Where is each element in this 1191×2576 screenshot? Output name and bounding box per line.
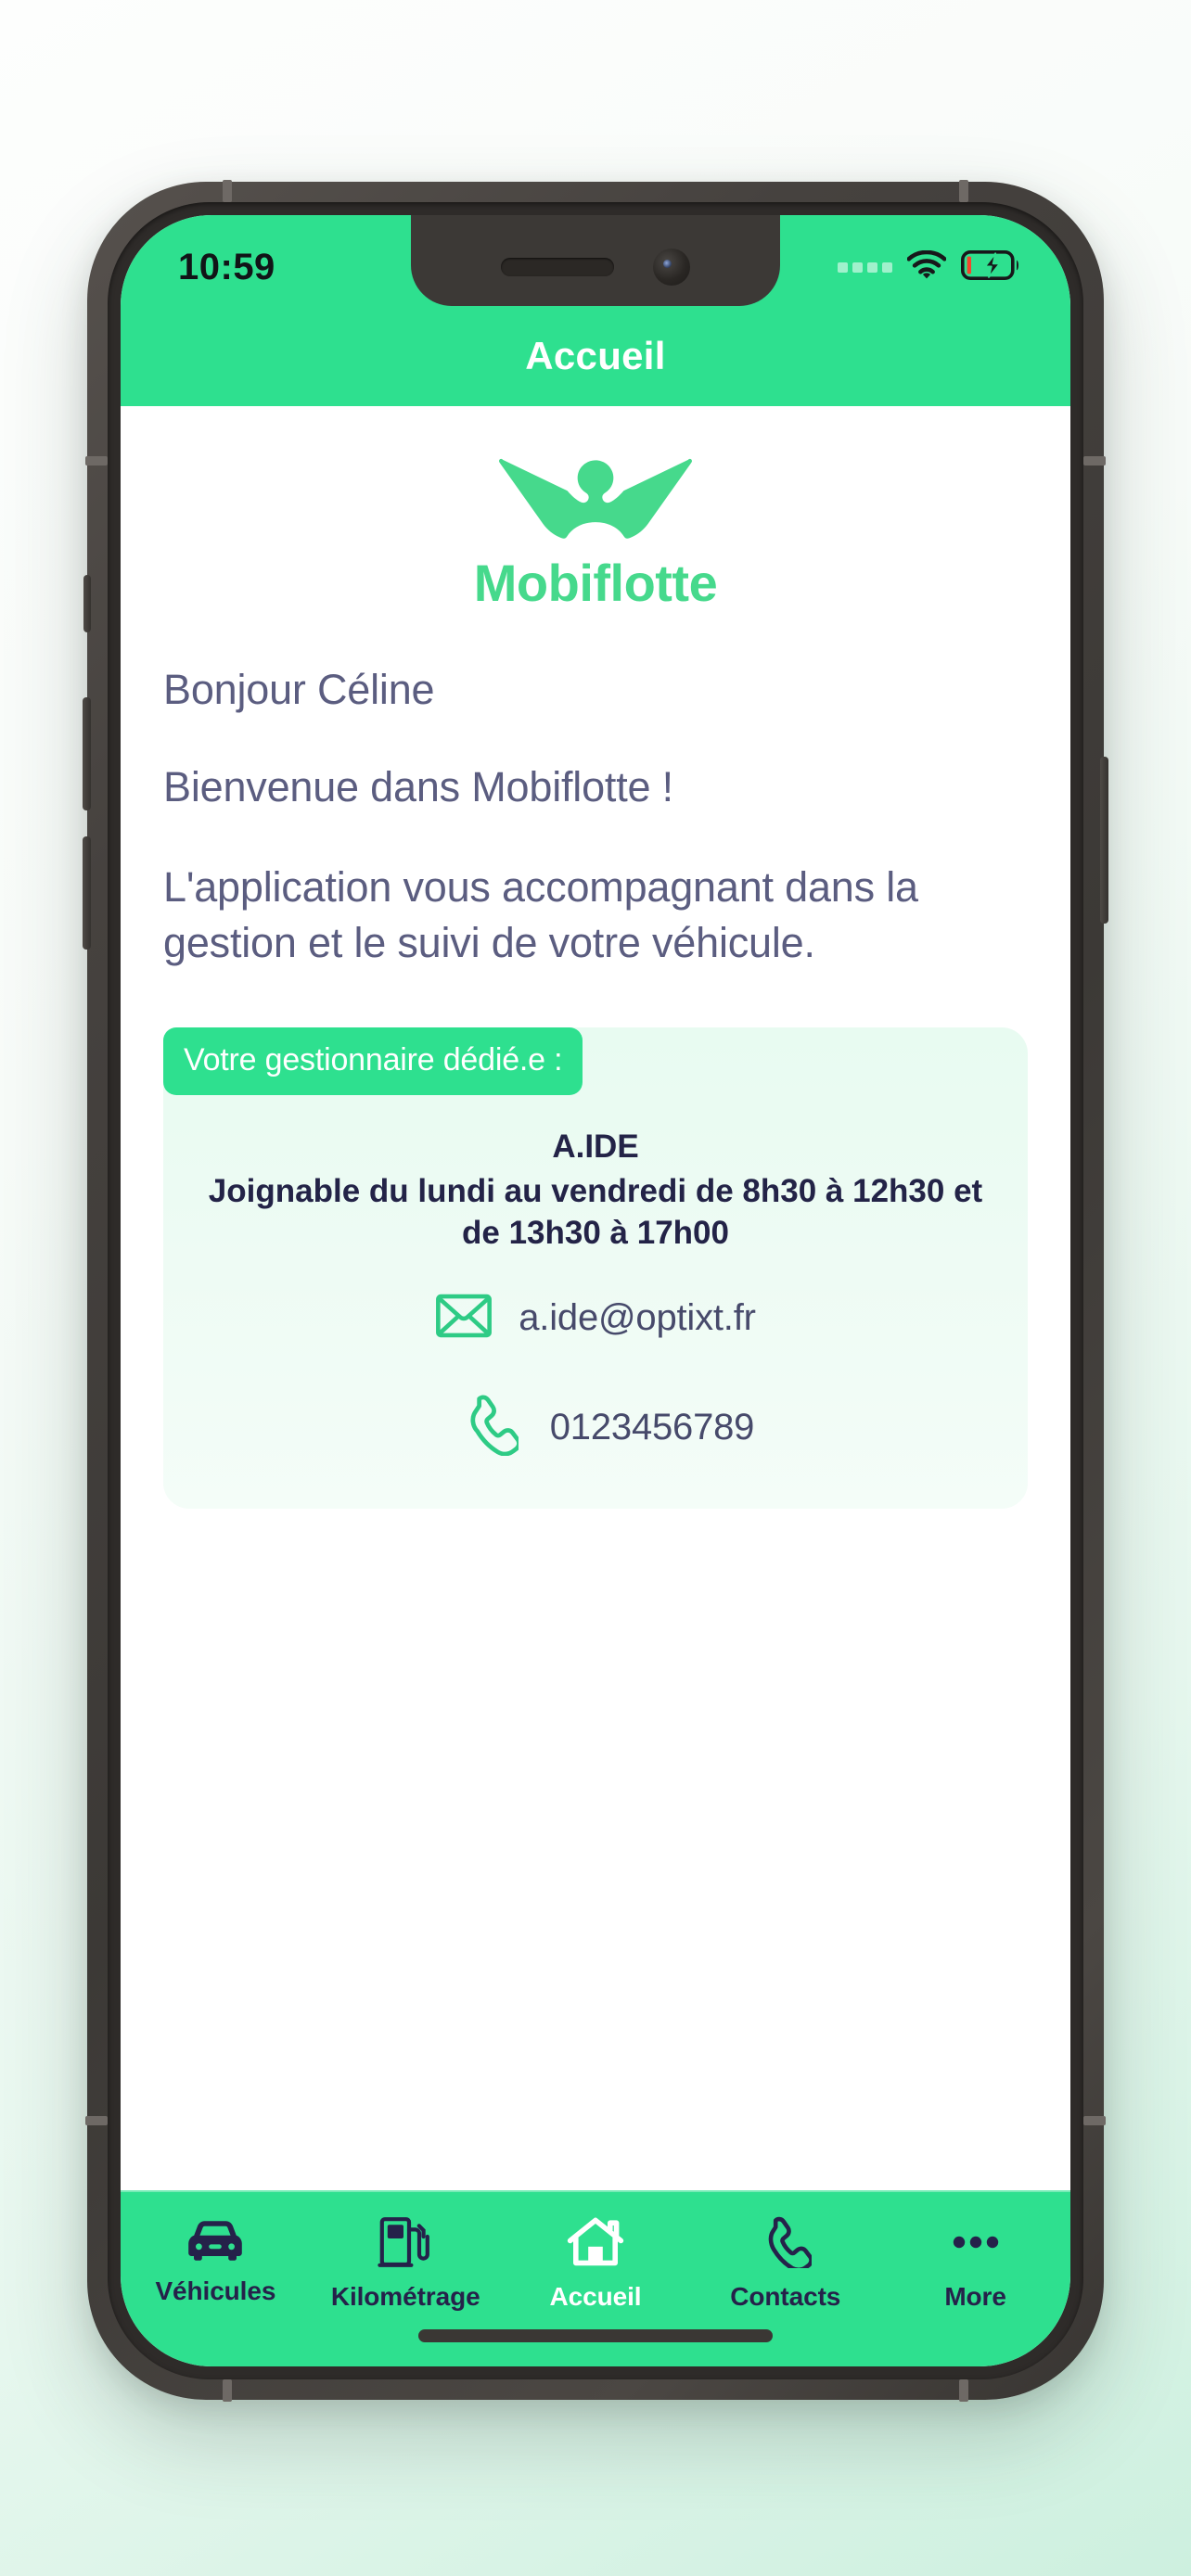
antenna-band [959, 2379, 968, 2402]
battery-charging-icon [960, 249, 1020, 285]
tab-label: More [944, 2282, 1006, 2311]
earpiece-speaker-icon [501, 258, 614, 276]
antenna-band [85, 456, 108, 465]
manager-phone-row[interactable]: 0123456789 [186, 1395, 1005, 1460]
app-header: Accueil [121, 306, 1070, 406]
antenna-band [223, 180, 232, 202]
antenna-band [85, 2116, 108, 2125]
notch [411, 215, 780, 306]
phone-icon [760, 2216, 813, 2273]
phone-icon [461, 1395, 521, 1460]
wifi-icon [906, 249, 947, 285]
antenna-band [959, 180, 968, 202]
manager-hours: Joignable du lundi au vendredi de 8h30 à… [208, 1172, 983, 1251]
tab-contacts[interactable]: Contacts [690, 2216, 880, 2312]
tab-vehicules[interactable]: Véhicules [121, 2216, 311, 2306]
manager-phone-value: 0123456789 [549, 1406, 755, 1447]
manager-pill-label: Votre gestionnaire dédié.e : [163, 1027, 583, 1095]
home-icon [567, 2216, 624, 2273]
front-camera-icon [653, 249, 690, 286]
main-content: Mobiflotte Bonjour Céline Bienvenue dans… [121, 406, 1070, 2190]
tab-label: Contacts [730, 2282, 841, 2311]
ellipsis-icon [947, 2216, 1005, 2273]
status-icons [838, 249, 1020, 285]
status-time: 10:59 [178, 246, 275, 287]
fuel-pump-icon [378, 2216, 433, 2273]
tab-label: Accueil [549, 2282, 642, 2311]
power-button[interactable] [1100, 757, 1108, 924]
greeting-description: L'application vous accompagnant dans la … [163, 863, 918, 966]
tab-kilometrage[interactable]: Kilométrage [311, 2216, 501, 2312]
brand-logo: Mobiflotte [163, 406, 1028, 613]
home-indicator[interactable] [418, 2329, 773, 2342]
tab-more[interactable]: More [880, 2216, 1070, 2312]
greeting-hello: Bonjour Céline [163, 666, 435, 713]
greeting-welcome: Bienvenue dans Mobiflotte ! [163, 763, 673, 811]
phone-device: 10:59 Accueil Mobiflotte Bonjour Céline … [83, 180, 1108, 2402]
manager-card: Votre gestionnaire dédié.e : A.IDE Joign… [163, 1027, 1028, 1509]
envelope-icon [435, 1294, 493, 1343]
tab-accueil[interactable]: Accueil [501, 2216, 691, 2312]
manager-name: A.IDE [552, 1128, 639, 1165]
antenna-band [1083, 456, 1106, 465]
volume-down-button[interactable] [83, 836, 91, 950]
antenna-band [223, 2379, 232, 2402]
mute-switch[interactable] [83, 575, 91, 632]
manager-email-row[interactable]: a.ide@optixt.fr [186, 1294, 1005, 1343]
car-icon [184, 2216, 247, 2267]
volume-up-button[interactable] [83, 697, 91, 810]
mobiflotte-bird-logo-icon [499, 458, 692, 539]
signal-dots-icon [838, 261, 892, 273]
brand-wordmark: Mobiflotte [473, 554, 718, 612]
tab-label: Véhicules [155, 2276, 276, 2305]
page-title: Accueil [525, 334, 666, 377]
device-bezel: 10:59 Accueil Mobiflotte Bonjour Céline … [108, 202, 1083, 2379]
manager-email-value: a.ide@optixt.fr [519, 1296, 756, 1338]
greeting-block: Bonjour Céline Bienvenue dans Mobiflotte… [163, 613, 1028, 970]
phone-screen: 10:59 Accueil Mobiflotte Bonjour Céline … [121, 215, 1070, 2366]
tab-label: Kilométrage [330, 2282, 480, 2311]
antenna-band [1083, 2116, 1106, 2125]
